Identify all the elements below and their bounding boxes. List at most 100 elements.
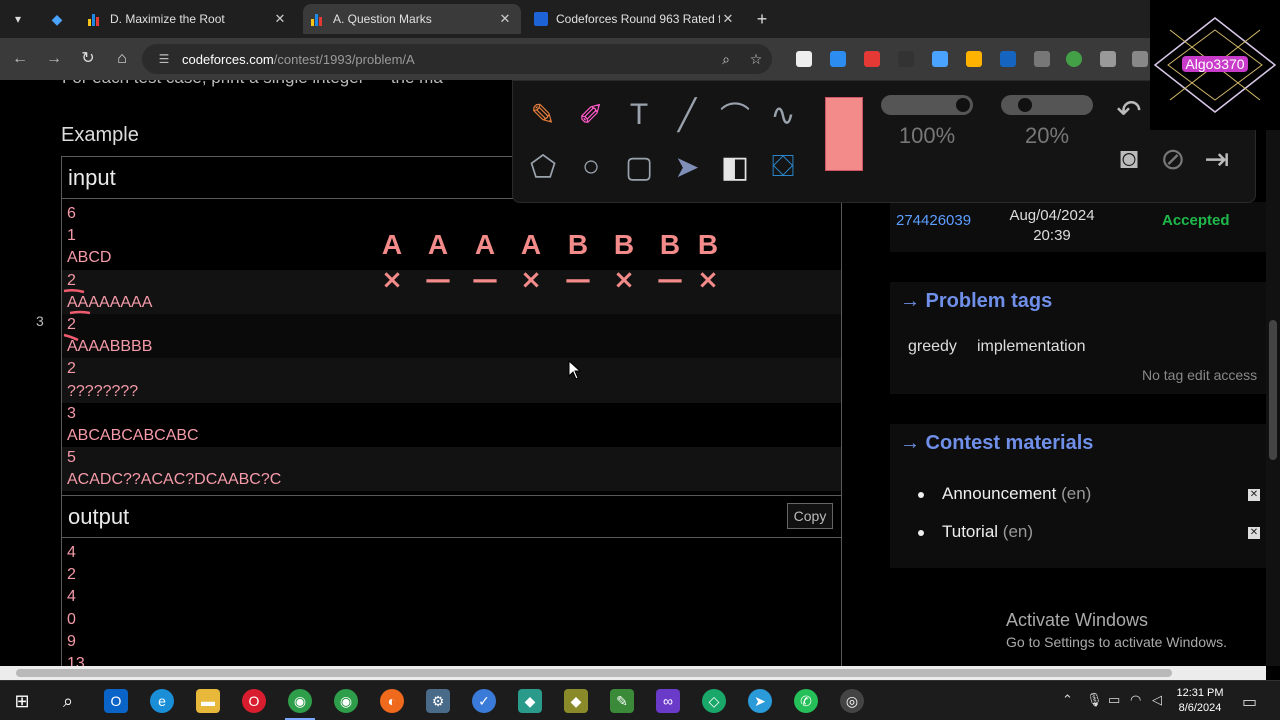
edge-icon[interactable]: e <box>150 689 174 713</box>
scrollbar-thumb[interactable] <box>16 669 1172 677</box>
app-cube-icon[interactable]: ◆ <box>564 689 588 713</box>
polygon-tool-icon[interactable]: ⬠ <box>523 147 563 187</box>
tab-close-icon[interactable]: ✕ <box>720 11 736 27</box>
back-arrow-icon[interactable]: ← <box>10 49 30 69</box>
extension-icon[interactable] <box>966 51 982 67</box>
todo-check-icon[interactable]: ✓ <box>472 689 496 713</box>
opera-icon[interactable]: O <box>242 689 266 713</box>
tab-close-icon[interactable]: ✕ <box>272 11 288 27</box>
tab-question-marks[interactable]: A. Question Marks ✕ <box>303 4 521 34</box>
exit-icon[interactable]: ⇥ <box>1197 139 1237 179</box>
pencil-icon[interactable]: ✎ <box>523 95 563 135</box>
outlook-icon[interactable]: O <box>104 689 128 713</box>
extension-icon[interactable] <box>830 51 846 67</box>
reload-icon[interactable]: ↻ <box>78 49 98 69</box>
wifi-icon[interactable]: ◠ <box>1130 692 1141 708</box>
submission-date: Aug/04/2024 20:39 <box>1002 206 1102 246</box>
chrome-profile-icon[interactable]: ◉ <box>334 689 358 713</box>
microphone-icon[interactable]: 🎙 <box>1086 692 1103 708</box>
submission-id-link[interactable]: 274426039 <box>896 212 971 229</box>
material-announcement[interactable]: Announcement (en) <box>918 484 1091 504</box>
annotation-mark: — <box>657 265 683 295</box>
tab-search-chevron-icon[interactable]: ▾ <box>8 9 28 29</box>
codeforces-favicon-icon <box>311 12 325 26</box>
material-tutorial[interactable]: Tutorial (en) <box>918 522 1033 542</box>
camera-icon[interactable]: ◙ <box>1109 139 1149 179</box>
bookmark-star-icon[interactable]: ☆ <box>748 51 764 67</box>
scrollbar-thumb[interactable] <box>1269 320 1277 460</box>
line-tool-icon[interactable]: ╱ <box>667 95 707 135</box>
drawing-toolbar: ✎ ✐ T ╱ ⌒ ∿ ⬠ ○ ▢ ➤ ◧ ⛋ 100% 20% ↶ ◙ ⊘ ⇥ <box>512 80 1256 203</box>
file-explorer-icon[interactable]: ▬ <box>196 689 220 713</box>
extension-icon[interactable] <box>864 51 880 67</box>
opacity-slider[interactable] <box>1001 95 1093 115</box>
tray-chevron-up-icon[interactable]: ⌃ <box>1062 692 1073 708</box>
site-info-icon[interactable]: ☰ <box>156 51 172 67</box>
tab-codeforces-round[interactable]: Codeforces Round 963 Rated fo ✕ <box>526 4 744 34</box>
tab-maximize-the-root[interactable]: D. Maximize the Root ✕ <box>80 4 296 34</box>
zoom-icon[interactable]: ⌕ <box>718 51 734 67</box>
freeform-curve-icon[interactable]: ∿ <box>763 95 803 135</box>
new-tab-plus-icon[interactable]: + <box>752 9 772 29</box>
extension-icon[interactable] <box>796 51 812 67</box>
text-tool-icon[interactable]: T <box>619 95 659 135</box>
address-bar[interactable]: ☰ codeforces.com/contest/1993/problem/A … <box>142 44 772 74</box>
horizontal-scrollbar[interactable] <box>0 666 1266 680</box>
slider-knob[interactable] <box>1018 98 1033 112</box>
chrome-icon[interactable]: ◉ <box>288 689 312 713</box>
hide-eye-icon[interactable]: ⊘ <box>1153 139 1193 179</box>
visual-studio-icon[interactable]: ∞ <box>656 689 680 713</box>
extension-icon[interactable] <box>1000 51 1016 67</box>
tag-greedy[interactable]: greedy <box>908 338 957 356</box>
fill-bucket-icon[interactable]: ⛋ <box>763 147 803 187</box>
whatsapp-icon[interactable]: ✆ <box>794 689 818 713</box>
pinned-tab-diamond-icon[interactable]: ◆ <box>42 6 72 32</box>
highlighter-icon[interactable]: ✐ <box>571 95 611 135</box>
tab-close-icon[interactable]: ✕ <box>497 11 513 27</box>
rectangle-tool-icon[interactable]: ▢ <box>619 147 659 187</box>
clock-date: 8/6/2024 <box>1178 702 1222 714</box>
forward-arrow-icon[interactable]: → <box>44 49 64 69</box>
extension-icon[interactable] <box>1132 51 1148 67</box>
annotation-mark: — <box>565 265 591 295</box>
color-swatch[interactable] <box>825 97 863 171</box>
volume-icon[interactable]: ◁ <box>1152 692 1162 708</box>
extension-icon[interactable] <box>932 51 948 67</box>
search-icon[interactable]: ⌕ <box>56 689 80 713</box>
extension-icon[interactable] <box>898 51 914 67</box>
remove-icon[interactable]: ✕ <box>1248 489 1260 501</box>
firefox-icon[interactable]: ◐ <box>380 689 404 713</box>
material-label[interactable]: Tutorial <box>942 522 998 541</box>
notification-icon[interactable]: ▭ <box>1242 692 1257 712</box>
network-icon[interactable]: ▭ <box>1108 692 1120 708</box>
vertical-scrollbar[interactable] <box>1266 80 1280 666</box>
tag-implementation[interactable]: implementation <box>977 338 1086 356</box>
remove-icon[interactable]: ✕ <box>1248 527 1260 539</box>
windows-start-icon[interactable]: ⊞ <box>10 689 34 713</box>
eraser-icon[interactable]: ◧ <box>715 147 755 187</box>
screen-recorder-icon[interactable]: ◎ <box>840 689 864 713</box>
undo-icon[interactable]: ↶ <box>1109 91 1149 131</box>
mouse-cursor-icon <box>568 360 582 380</box>
slider-knob[interactable] <box>956 98 970 112</box>
settings-gear-icon[interactable]: ⚙ <box>426 689 450 713</box>
vscode-icon[interactable]: ◇ <box>702 689 726 713</box>
select-arrow-icon[interactable]: ➤ <box>667 147 707 187</box>
taskbar-clock[interactable]: 12:31 PM 8/6/2024 <box>1172 686 1228 716</box>
annotation-letter: B <box>698 229 718 260</box>
download-icon[interactable] <box>1034 51 1050 67</box>
channel-logo: Algo3370 <box>1150 0 1280 130</box>
app-cube-icon[interactable]: ◆ <box>518 689 542 713</box>
circle-tool-icon[interactable]: ○ <box>571 147 611 187</box>
notepad-icon[interactable]: ✎ <box>610 689 634 713</box>
shield-icon[interactable] <box>1100 51 1116 67</box>
annotation-letter: A <box>475 229 495 260</box>
size-slider[interactable] <box>881 95 973 115</box>
telegram-icon[interactable]: ➤ <box>748 689 772 713</box>
material-label[interactable]: Announcement <box>942 484 1056 503</box>
home-icon[interactable]: ⌂ <box>112 49 132 69</box>
tab-title: Codeforces Round 963 Rated fo <box>556 12 720 26</box>
watermark-line1: Activate Windows <box>1006 610 1149 630</box>
curve-tool-icon[interactable]: ⌒ <box>715 95 755 135</box>
extension-icon[interactable] <box>1066 51 1082 67</box>
